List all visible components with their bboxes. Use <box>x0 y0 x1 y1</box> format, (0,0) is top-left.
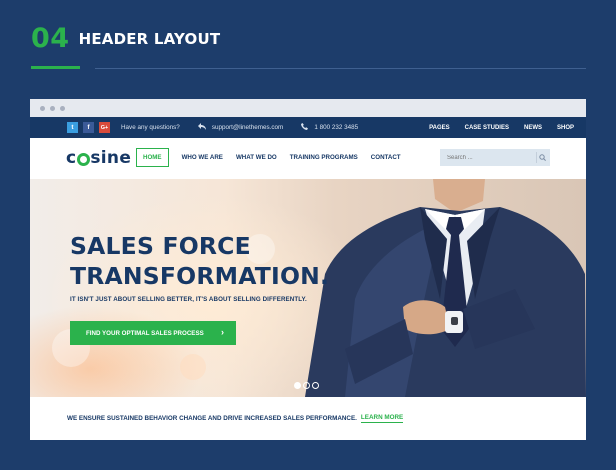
main-header: c sine HOME WHO WE ARE WHAT WE DO TRAINI… <box>30 138 586 179</box>
phone-contact[interactable]: 1 800 232 3485 <box>301 123 358 132</box>
section-heading: 04 HEADER LAYOUT <box>31 23 221 54</box>
divider-line <box>95 68 586 69</box>
top-nav-shop[interactable]: SHOP <box>557 125 574 131</box>
logo-suffix: sine <box>90 148 132 168</box>
callout-strip: WE ENSURE SUSTAINED BEHAVIOR CHANGE AND … <box>30 397 586 440</box>
hero-title-line-1: SALES FORCE <box>70 232 251 260</box>
top-nav: PAGES CASE STUDIES NEWS SHOP <box>414 125 586 131</box>
reply-icon <box>197 123 206 132</box>
nav-who-we-are[interactable]: WHO WE ARE <box>182 149 223 166</box>
browser-window: t f G+ Have any questions? support@linet… <box>30 99 586 440</box>
slide-dot[interactable] <box>312 382 319 389</box>
nav-home[interactable]: HOME <box>136 148 169 167</box>
search-input[interactable] <box>447 154 531 161</box>
phone-icon <box>301 123 309 132</box>
hero-subtitle: IT ISN'T JUST ABOUT SELLING BETTER, IT'S… <box>70 296 307 303</box>
section-number: 04 <box>31 23 70 54</box>
google-plus-icon[interactable]: G+ <box>99 122 110 133</box>
hero-title: SALES FORCE TRANSFORMATION. <box>70 231 329 291</box>
businessman-photo <box>305 179 586 397</box>
twitter-icon[interactable]: t <box>67 122 78 133</box>
search-box <box>440 149 550 166</box>
cta-label: FIND YOUR OPTIMAL SALES PROCESS <box>86 329 204 337</box>
question-text: Have any questions? <box>121 124 180 131</box>
top-nav-news[interactable]: NEWS <box>524 125 542 131</box>
find-sales-process-button[interactable]: FIND YOUR OPTIMAL SALES PROCESS › <box>70 321 236 345</box>
nav-what-we-do[interactable]: WHAT WE DO <box>236 149 277 166</box>
nav-contact[interactable]: CONTACT <box>371 149 401 166</box>
accent-underline <box>31 66 80 69</box>
chevron-right-icon: › <box>221 327 224 337</box>
slide-dot[interactable] <box>303 382 310 389</box>
callout-text: WE ENSURE SUSTAINED BEHAVIOR CHANGE AND … <box>67 415 357 422</box>
nav-training-programs[interactable]: TRAINING PROGRAMS <box>290 149 358 166</box>
email-contact[interactable]: support@linethemes.com <box>197 123 284 132</box>
top-bar: t f G+ Have any questions? support@linet… <box>30 117 586 138</box>
hero-title-line-2: TRANSFORMATION. <box>70 262 330 290</box>
email-text: support@linethemes.com <box>211 124 284 131</box>
top-nav-case-studies[interactable]: CASE STUDIES <box>465 125 509 131</box>
logo-ring-icon <box>76 152 90 166</box>
phone-text: 1 800 232 3485 <box>314 124 359 131</box>
learn-more-link[interactable]: LEARN MORE <box>360 414 404 423</box>
window-dot-icon <box>50 105 55 111</box>
section-title: HEADER LAYOUT <box>78 30 221 48</box>
hero-slider: SALES FORCE TRANSFORMATION. IT ISN'T JUS… <box>30 179 586 397</box>
window-dot-icon <box>60 105 65 111</box>
window-dot-icon <box>40 105 45 111</box>
main-nav: HOME WHO WE ARE WHAT WE DO TRAINING PROG… <box>136 148 414 167</box>
top-nav-pages[interactable]: PAGES <box>429 125 450 131</box>
search-icon[interactable] <box>536 152 546 163</box>
facebook-icon[interactable]: f <box>83 122 94 133</box>
slider-pagination <box>294 382 321 389</box>
cosine-logo[interactable]: c sine <box>66 148 131 168</box>
bokeh-light <box>180 354 206 380</box>
slide-dot[interactable] <box>294 382 301 389</box>
browser-chrome <box>30 99 586 117</box>
logo-prefix: c <box>66 148 77 168</box>
